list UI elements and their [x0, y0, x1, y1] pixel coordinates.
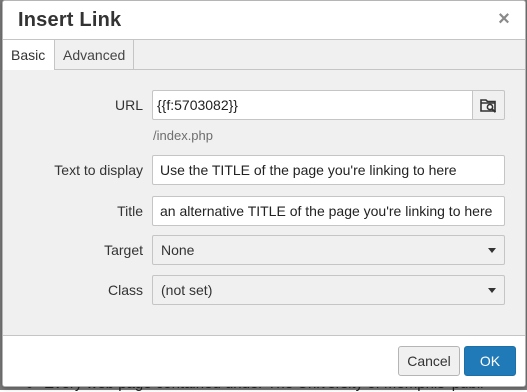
- ok-button[interactable]: OK: [464, 346, 516, 376]
- url-hint: /index.php: [153, 128, 213, 143]
- dialog-header: Insert Link ×: [3, 1, 525, 40]
- target-selected-value: None: [161, 242, 195, 258]
- class-label: Class: [107, 282, 143, 298]
- class-select[interactable]: (not set): [152, 275, 505, 305]
- close-icon[interactable]: ×: [495, 9, 513, 29]
- dialog-footer: Cancel OK: [3, 335, 525, 386]
- url-input[interactable]: {{f:5703082}}: [152, 90, 472, 120]
- insert-link-dialog: Insert Link × Basic Advanced URL {{f:570…: [2, 0, 526, 387]
- target-select[interactable]: None: [152, 235, 505, 265]
- browse-file-icon: [480, 99, 497, 113]
- tab-advanced[interactable]: Advanced: [55, 40, 134, 69]
- dialog-title: Insert Link: [18, 9, 122, 31]
- browse-button[interactable]: [472, 90, 505, 120]
- url-label: URL: [114, 97, 143, 113]
- chevron-down-icon: [488, 288, 496, 293]
- target-label: Target: [104, 242, 143, 258]
- tab-bar: Basic Advanced: [3, 40, 525, 70]
- chevron-down-icon: [488, 248, 496, 253]
- dialog-body: URL {{f:5703082}} /index.php Text to dis…: [3, 70, 525, 335]
- title-label: Title: [117, 203, 143, 219]
- text-to-display-label: Text to display: [54, 162, 143, 178]
- cancel-button[interactable]: Cancel: [398, 346, 460, 376]
- text-to-display-input[interactable]: Use the TITLE of the page you're linking…: [152, 155, 505, 185]
- class-selected-value: (not set): [161, 282, 213, 298]
- title-input[interactable]: an alternative TITLE of the page you're …: [152, 196, 505, 226]
- tab-basic[interactable]: Basic: [3, 40, 55, 70]
